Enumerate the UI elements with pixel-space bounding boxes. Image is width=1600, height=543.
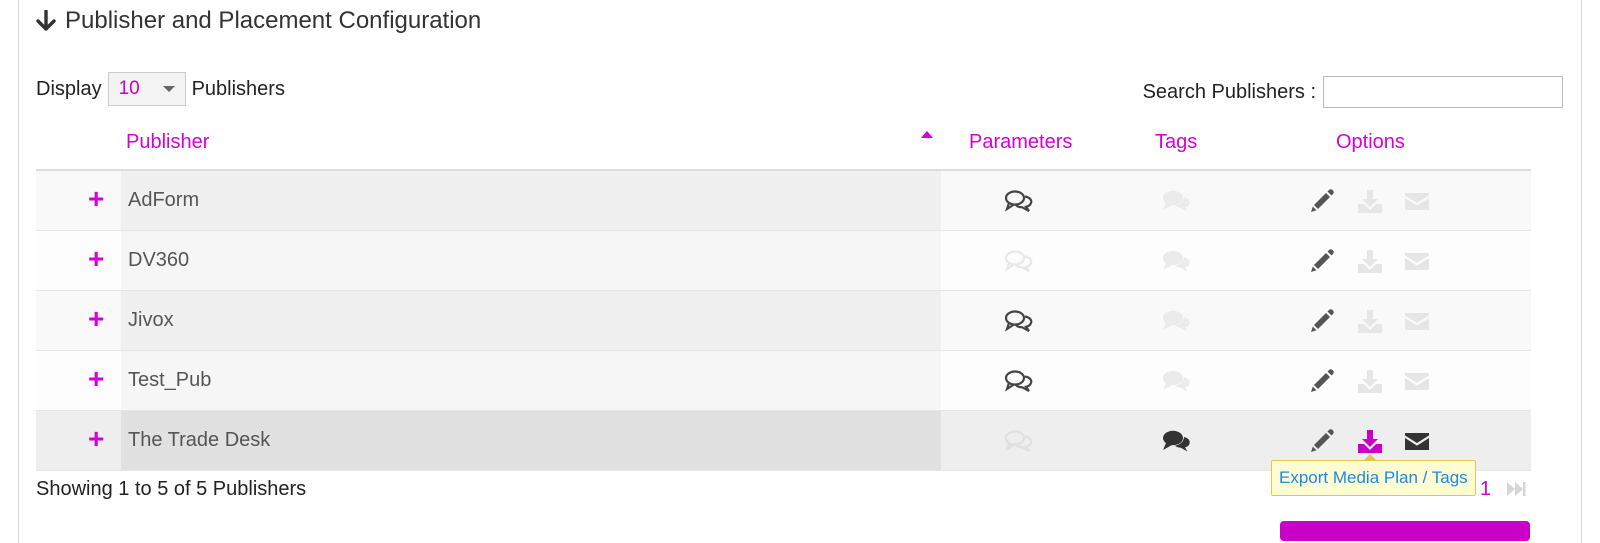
publisher-cell: [121, 291, 941, 350]
length-control: Display 10 Publishers: [36, 72, 285, 106]
section-title[interactable]: Publisher and Placement Configuration: [36, 7, 481, 35]
tags-icon[interactable]: [1161, 186, 1191, 216]
publishers-label: Publishers: [191, 77, 285, 100]
publisher-name: The Trade Desk: [128, 429, 271, 451]
display-label: Display: [36, 77, 102, 100]
expand-row-icon[interactable]: +: [88, 305, 104, 333]
header-options[interactable]: Options: [1336, 131, 1405, 154]
header-parameters[interactable]: Parameters: [969, 131, 1072, 154]
publisher-name: AdForm: [128, 189, 200, 211]
arrow-down-icon: [36, 10, 56, 31]
table-row: + Jivox: [36, 291, 1531, 351]
parameters-icon[interactable]: [1004, 186, 1034, 216]
publisher-name: Jivox: [128, 309, 174, 331]
publisher-cell: [121, 351, 941, 410]
last-page-icon[interactable]: [1505, 480, 1527, 503]
export-download-icon[interactable]: [1355, 366, 1385, 396]
parameters-icon[interactable]: [1004, 366, 1034, 396]
export-download-icon[interactable]: [1355, 426, 1385, 456]
expand-row-icon[interactable]: +: [88, 365, 104, 393]
parameters-icon[interactable]: [1004, 306, 1034, 336]
sort-ascending-icon[interactable]: [921, 131, 933, 138]
email-icon[interactable]: [1402, 246, 1432, 276]
publisher-cell: [121, 231, 941, 290]
publisher-cell: [121, 171, 941, 230]
export-tooltip-text: Export Media Plan / Tags: [1279, 468, 1468, 487]
page-length-value: 10: [118, 78, 140, 99]
page-length-select[interactable]: 10: [107, 72, 186, 106]
edit-pencil-icon[interactable]: [1307, 246, 1337, 276]
search-input[interactable]: [1323, 76, 1563, 108]
export-download-icon[interactable]: [1355, 246, 1385, 276]
edit-pencil-icon[interactable]: [1307, 426, 1337, 456]
export-tooltip: Export Media Plan / Tags: [1271, 454, 1476, 496]
table-header: Publisher Parameters Tags Options: [36, 118, 1531, 171]
chevron-down-icon: [162, 86, 175, 92]
publisher-table: Publisher Parameters Tags Options + AdFo…: [36, 118, 1531, 471]
publisher-name: Test_Pub: [128, 369, 212, 391]
expand-row-icon[interactable]: +: [88, 245, 104, 273]
email-icon[interactable]: [1402, 306, 1432, 336]
section-title-text: Publisher and Placement Configuration: [65, 7, 482, 34]
table-row: + AdForm: [36, 171, 1531, 231]
export-download-icon[interactable]: [1355, 186, 1385, 216]
search-label: Search Publishers :: [1142, 80, 1316, 103]
table-row: + Test_Pub: [36, 351, 1531, 411]
bottom-action-button[interactable]: [1280, 521, 1530, 541]
table-body: + AdForm + DV360 + Jivox + Test_Pub + Th…: [36, 171, 1531, 471]
pagination-page-1[interactable]: 1: [1480, 478, 1491, 501]
table-row: + DV360: [36, 231, 1531, 291]
edit-pencil-icon[interactable]: [1307, 306, 1337, 336]
email-icon[interactable]: [1402, 186, 1432, 216]
edit-pencil-icon[interactable]: [1307, 366, 1337, 396]
publisher-name: DV360: [128, 249, 190, 271]
expand-row-icon[interactable]: +: [88, 425, 104, 453]
table-info: Showing 1 to 5 of 5 Publishers: [36, 478, 307, 500]
expand-row-icon[interactable]: +: [88, 185, 104, 213]
export-download-icon[interactable]: [1355, 306, 1385, 336]
tags-icon[interactable]: [1161, 366, 1191, 396]
tags-icon[interactable]: [1161, 306, 1191, 336]
header-publisher[interactable]: Publisher: [126, 131, 209, 154]
tags-icon[interactable]: [1161, 426, 1191, 456]
edit-pencil-icon[interactable]: [1307, 186, 1337, 216]
tags-icon[interactable]: [1161, 246, 1191, 276]
email-icon[interactable]: [1402, 426, 1432, 456]
parameters-icon[interactable]: [1004, 246, 1034, 276]
search-control: Search Publishers :: [1143, 76, 1563, 108]
header-tags[interactable]: Tags: [1155, 131, 1197, 154]
email-icon[interactable]: [1402, 366, 1432, 396]
parameters-icon[interactable]: [1004, 426, 1034, 456]
